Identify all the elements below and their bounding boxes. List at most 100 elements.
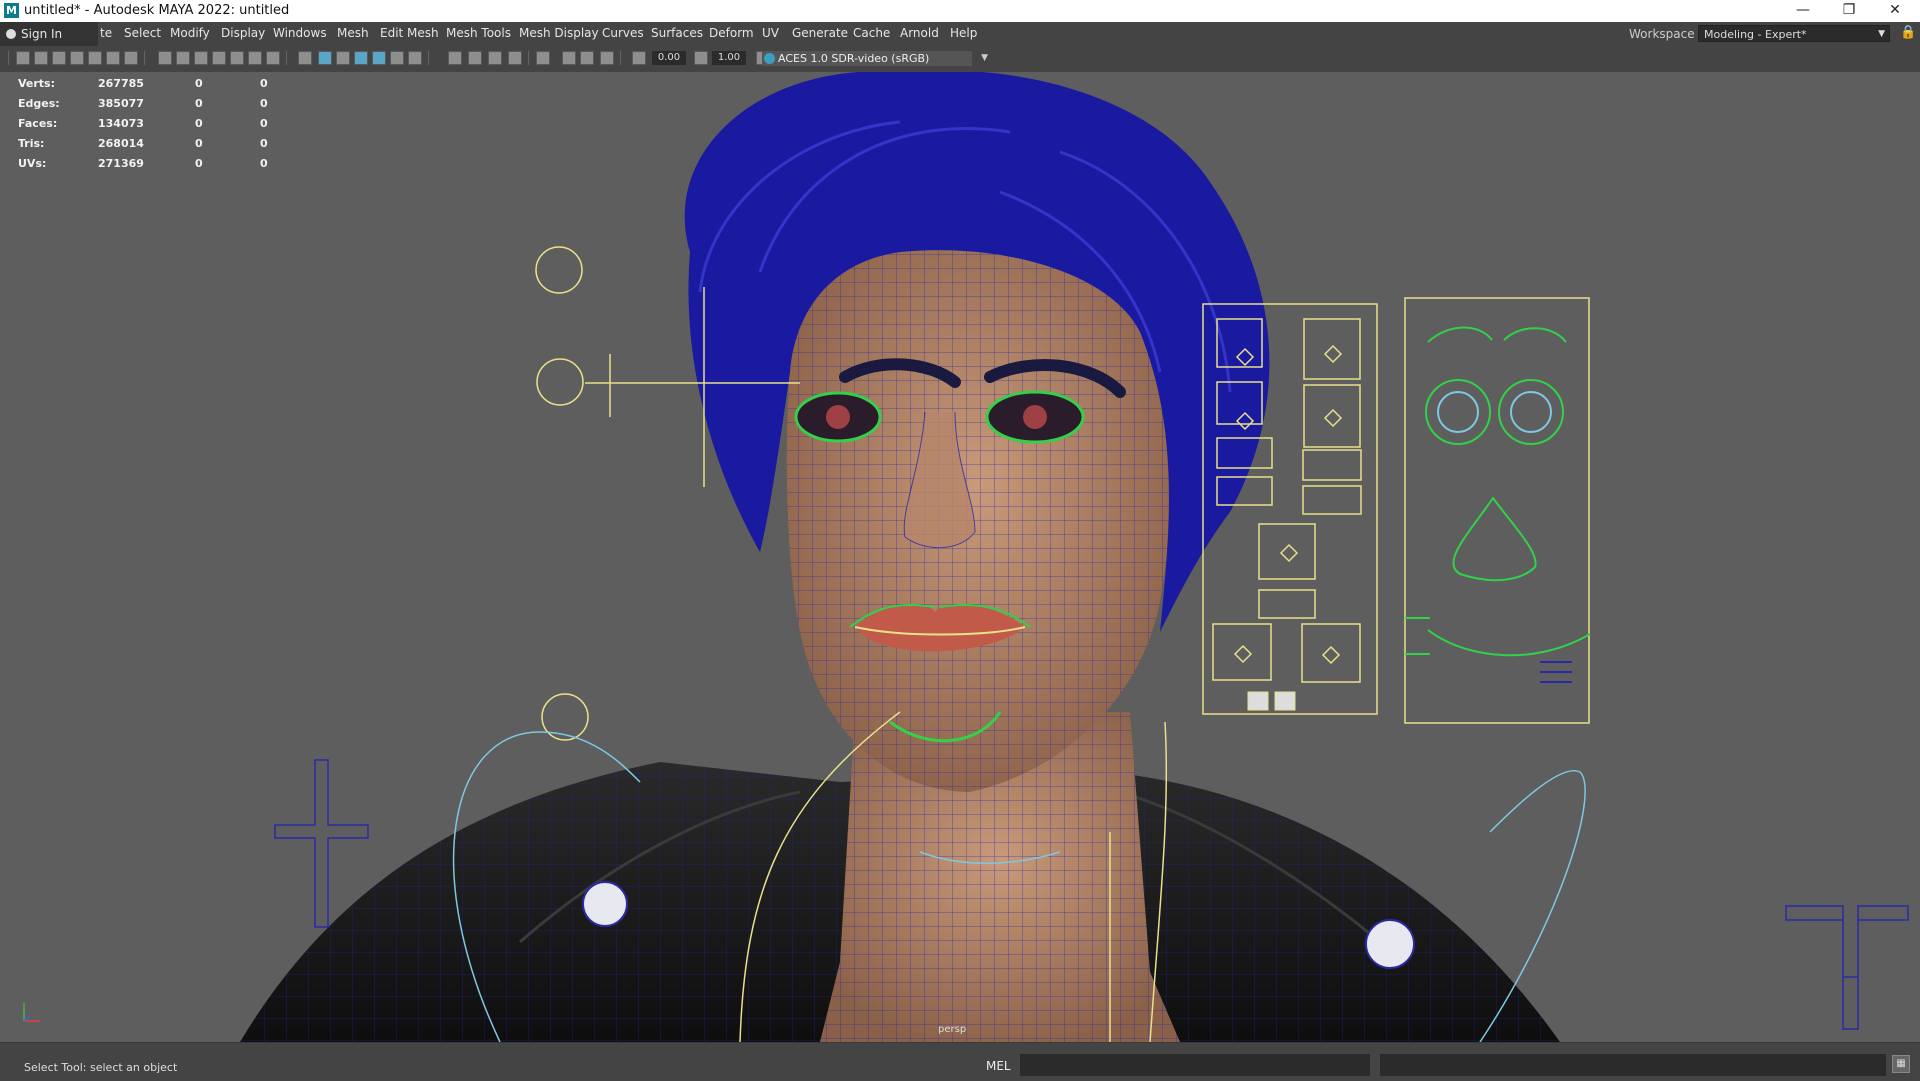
hud-value: 134073 xyxy=(98,116,144,130)
hud-value: 0 xyxy=(260,156,268,170)
hud-value: 385077 xyxy=(98,96,144,110)
menu-mesh[interactable]: Mesh xyxy=(337,22,369,44)
motion-blur-icon[interactable] xyxy=(468,51,482,65)
scene-render xyxy=(240,72,1909,1042)
persp-viewport[interactable]: Verts: 267785 0 0 Edges: 385077 0 0 Face… xyxy=(0,72,1920,1042)
field-chart-icon[interactable] xyxy=(230,51,244,65)
chevron-down-icon: ▼ xyxy=(981,53,988,63)
ambient-occlusion-icon[interactable] xyxy=(448,51,462,65)
menu-mesh-display[interactable]: Mesh Display xyxy=(519,22,599,44)
workspace-label: Workspace : xyxy=(1629,27,1703,41)
gui-text-icon xyxy=(1247,691,1269,711)
hud-row-uvs: UVs: 271369 0 0 xyxy=(18,153,300,173)
menu-generate[interactable]: Generate xyxy=(792,22,848,44)
hud-value: 0 xyxy=(260,96,268,110)
command-result-field xyxy=(1380,1054,1886,1076)
toolbar-divider xyxy=(144,51,145,65)
rig-controls-green xyxy=(1405,326,1591,657)
hud-value: 0 xyxy=(195,156,203,170)
user-icon xyxy=(6,29,16,39)
anti-aliasing-icon[interactable] xyxy=(488,51,502,65)
image-plane-icon[interactable] xyxy=(70,51,84,65)
menu-mesh-tools[interactable]: Mesh Tools xyxy=(446,22,511,44)
use-all-lights-icon[interactable] xyxy=(390,51,404,65)
maya-app-icon: M xyxy=(4,3,19,18)
select-camera-icon[interactable] xyxy=(16,51,30,65)
xray-icon[interactable] xyxy=(562,51,576,65)
panel-toolbar: 0.00 1.00 ACES 1.0 SDR-video (sRGB) ▼ xyxy=(0,46,1920,73)
toolbar-divider xyxy=(620,51,621,65)
close-icon[interactable]: ✕ xyxy=(1872,0,1918,22)
hud-label: Tris: xyxy=(18,136,45,150)
hud-row-tris: Tris: 268014 0 0 xyxy=(18,133,300,153)
restore-icon[interactable]: ❐ xyxy=(1826,0,1872,22)
sign-in-label: Sign In xyxy=(21,27,63,41)
hud-value: 0 xyxy=(195,76,203,90)
hud-value: 268014 xyxy=(98,136,144,150)
toolbar-divider xyxy=(286,51,287,65)
menu-select[interactable]: Select xyxy=(124,22,161,44)
poly-count-hud: Verts: 267785 0 0 Edges: 385077 0 0 Face… xyxy=(18,73,300,173)
color-space-dropdown[interactable]: ACES 1.0 SDR-video (sRGB) ▼ xyxy=(762,51,988,66)
wireframe-icon[interactable] xyxy=(298,51,312,65)
hud-value: 0 xyxy=(195,116,203,130)
default-material-icon[interactable] xyxy=(336,51,350,65)
menu-windows[interactable]: Windows xyxy=(273,22,327,44)
depth-of-field-icon[interactable] xyxy=(508,51,522,65)
toolbar-divider xyxy=(528,51,529,65)
menu-curves[interactable]: Curves xyxy=(602,22,644,44)
menu-cache[interactable]: Cache xyxy=(853,22,890,44)
grease-pencil-erase-icon[interactable] xyxy=(124,51,138,65)
gui-eye-rings xyxy=(1437,391,1552,433)
resolution-gate-icon[interactable] xyxy=(194,51,208,65)
workspace-dropdown[interactable]: Modeling - Expert* ▼ xyxy=(1698,25,1890,42)
hud-row-verts: Verts: 267785 0 0 xyxy=(18,73,300,93)
grid-icon[interactable] xyxy=(158,51,172,65)
grease-pencil-icon[interactable] xyxy=(106,51,120,65)
safe-title-icon[interactable] xyxy=(266,51,280,65)
hud-row-faces: Faces: 134073 0 0 xyxy=(18,113,300,133)
2d-pan-zoom-icon[interactable] xyxy=(88,51,102,65)
xray-active-icon[interactable] xyxy=(580,51,594,65)
workspace-value: Modeling - Expert* xyxy=(1704,28,1807,41)
smooth-shade-icon[interactable] xyxy=(318,51,332,65)
gamma-field[interactable]: 1.00 xyxy=(712,51,746,65)
menu-deform[interactable]: Deform xyxy=(709,22,754,44)
hud-value: 267785 xyxy=(98,76,144,90)
script-language-toggle[interactable]: MEL xyxy=(986,1059,1011,1073)
exposure-icon[interactable] xyxy=(632,51,646,65)
exposure-field[interactable]: 0.00 xyxy=(652,51,686,65)
sign-in-button[interactable]: Sign In xyxy=(0,22,98,46)
hud-value: 0 xyxy=(260,136,268,150)
menu-modify[interactable]: Modify xyxy=(170,22,210,44)
textured-icon[interactable] xyxy=(372,51,386,65)
menu-help[interactable]: Help xyxy=(950,22,977,44)
wireframe-on-shaded-icon[interactable] xyxy=(354,51,368,65)
hud-label: Verts: xyxy=(18,76,56,90)
minimize-icon[interactable]: — xyxy=(1780,0,1826,22)
bookmark-icon[interactable] xyxy=(52,51,66,65)
camera-attributes-icon[interactable] xyxy=(34,51,48,65)
script-editor-icon[interactable]: ▦ xyxy=(1892,1055,1910,1073)
gamma-icon[interactable] xyxy=(694,51,708,65)
hud-label: Edges: xyxy=(18,96,60,110)
shadows-icon[interactable] xyxy=(408,51,422,65)
xray-joints-icon[interactable] xyxy=(600,51,614,65)
lock-icon[interactable]: 🔒 xyxy=(1900,25,1916,40)
color-space-value: ACES 1.0 SDR-video (sRGB) xyxy=(778,52,930,65)
menu-create-partial[interactable]: te xyxy=(100,22,112,44)
menu-edit-mesh[interactable]: Edit Mesh xyxy=(380,22,439,44)
hud-value: 271369 xyxy=(98,156,144,170)
window-title: untitled* - Autodesk MAYA 2022: untitled xyxy=(24,3,290,18)
safe-action-icon[interactable] xyxy=(248,51,262,65)
menu-display[interactable]: Display xyxy=(221,22,265,44)
menu-uv[interactable]: UV xyxy=(762,22,779,44)
menu-surfaces[interactable]: Surfaces xyxy=(651,22,703,44)
command-input[interactable] xyxy=(1020,1054,1370,1076)
film-gate-icon[interactable] xyxy=(176,51,190,65)
help-line: Select Tool: select an object xyxy=(24,1061,178,1074)
isolate-select-icon[interactable] xyxy=(536,51,550,65)
gui-blue-lines xyxy=(1540,661,1572,683)
menu-arnold[interactable]: Arnold xyxy=(900,22,939,44)
gate-mask-icon[interactable] xyxy=(212,51,226,65)
